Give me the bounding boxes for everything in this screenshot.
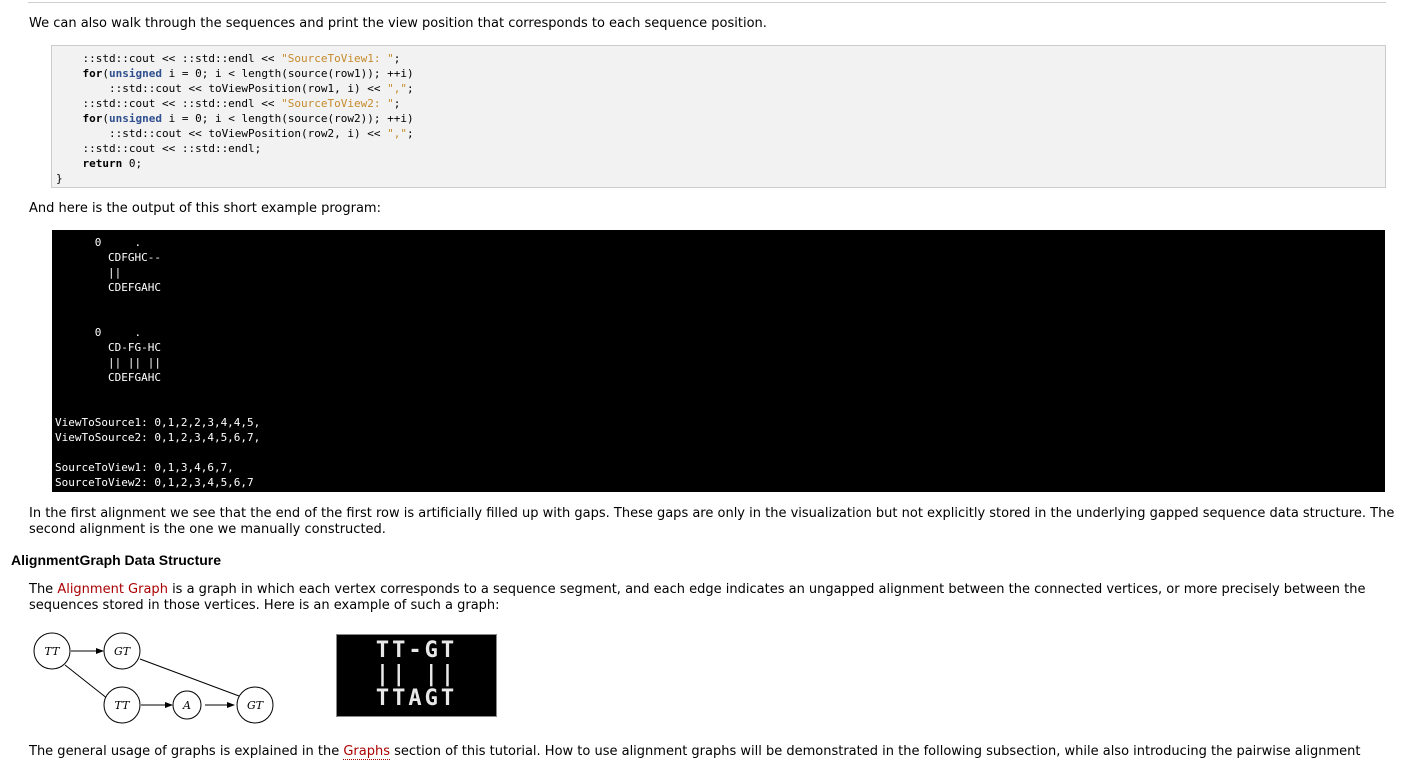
alignment-row: TTAGT — [375, 686, 458, 711]
code-listing: ::std::cout << ::std::endl << "SourceToV… — [56, 51, 414, 186]
intro-paragraph: We can also walk through the sequences a… — [29, 16, 767, 31]
code-line: return 0; — [82, 157, 143, 170]
graph-edge — [64, 664, 109, 700]
alignment-row: TT-GT — [375, 638, 458, 663]
alignment-note-paragraph: In the first alignment we see that the e… — [29, 506, 1395, 537]
graph-node-label: TT — [115, 699, 132, 712]
graph-usage-paragraph: The general usage of graphs is explained… — [29, 744, 1361, 760]
code-line: ::std::cout << toViewPosition(row1, i) <… — [56, 82, 414, 95]
graphs-link[interactable]: Graphs — [343, 744, 390, 760]
top-divider — [28, 0, 1386, 3]
code-block: ::std::cout << ::std::endl << "SourceToV… — [51, 45, 1386, 188]
section-heading: AlignmentGraph Data Structure — [11, 552, 222, 568]
alignment-figure: TT-GT || || TTAGT — [336, 634, 497, 717]
code-line: ::std::cout << ::std::endl; — [56, 142, 262, 155]
alignment-graph-link[interactable]: Alignment Graph — [57, 582, 168, 597]
code-line: } — [56, 172, 63, 185]
tutorial-content: We can also walk through the sequences a… — [0, 0, 1419, 765]
graph-node-label: A — [182, 699, 191, 712]
code-line: ::std::cout << ::std::endl << "SourceToV… — [56, 97, 401, 110]
graph-node-label: TT — [45, 645, 62, 658]
output-intro-paragraph: And here is the output of this short exa… — [29, 201, 381, 216]
graph-node-label: GT — [247, 699, 265, 712]
alignment-graph-paragraph: The Alignment Graph is a graph in which … — [29, 582, 1366, 613]
code-line: ::std::cout << ::std::endl << "SourceToV… — [56, 52, 401, 65]
program-output-block: 0 . CDFGHC-- || CDEFGAHC 0 . CD-FG-HC ||… — [52, 230, 1385, 492]
code-line: ::std::cout << toViewPosition(row2, i) <… — [56, 127, 414, 140]
code-line: for(unsigned i = 0; i < length(source(ro… — [82, 112, 414, 125]
alignment-graph-figure: TT GT TT A GT — [33, 632, 274, 724]
code-line: for(unsigned i = 0; i < length(source(ro… — [82, 67, 414, 80]
graph-edge — [139, 658, 240, 697]
alignment-match-bars: || || — [375, 662, 458, 687]
graph-node-label: GT — [114, 645, 132, 658]
program-output-text: 0 . CDFGHC-- || CDEFGAHC 0 . CD-FG-HC ||… — [55, 236, 261, 489]
